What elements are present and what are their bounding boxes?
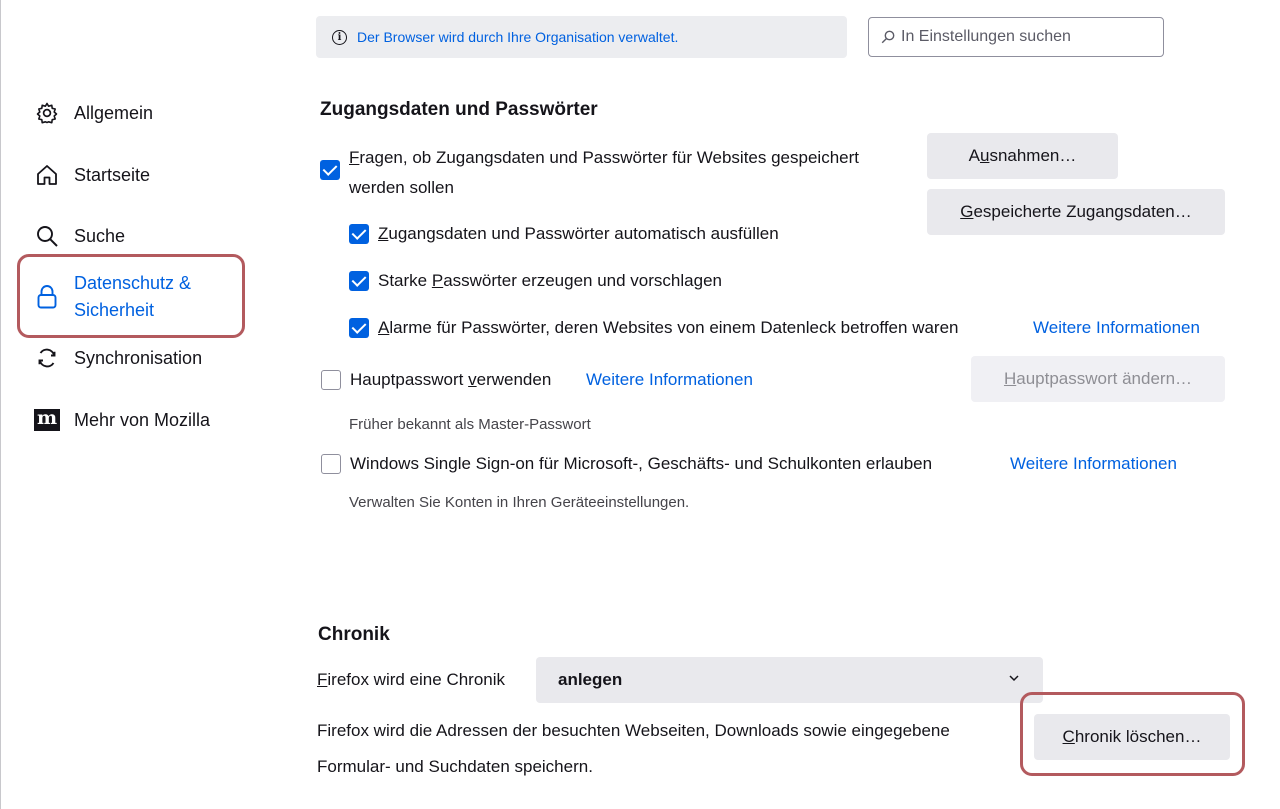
breach-alerts-label[interactable]: Alarme für Passwörter, deren Websites vo… (378, 318, 959, 338)
sidebar-item-more-mozilla[interactable]: m Mehr von Mozilla (34, 407, 210, 433)
label-text: ugangsdaten und Passwörter automatisch a… (388, 224, 779, 243)
access-key: H (1003, 369, 1017, 388)
sidebar-item-label: Synchronisation (74, 347, 203, 368)
search-icon (34, 223, 60, 249)
ask-save-checkbox[interactable] (320, 160, 340, 180)
history-mode-value: anlegen (558, 670, 623, 689)
button-text: hronik löschen… (1074, 727, 1202, 746)
label-text: Starke (378, 271, 432, 290)
managed-notice[interactable]: i Der Browser wird durch Ihre Organisati… (316, 16, 847, 58)
windows-sso-label[interactable]: Windows Single Sign-on für Microsoft-, G… (350, 454, 932, 474)
breach-alerts-checkbox[interactable] (349, 318, 369, 338)
sidebar-item-label: Mehr von Mozilla (74, 409, 211, 430)
sidebar-item-label: Allgemein (74, 102, 154, 123)
logins-heading: Zugangsdaten und Passwörter (320, 99, 598, 120)
sidebar-item-label: Sicherheit (74, 300, 155, 320)
autofill-checkbox[interactable] (349, 224, 369, 244)
strong-passwords-checkbox[interactable] (349, 271, 369, 291)
access-key: v (468, 370, 477, 389)
managed-notice-text[interactable]: Der Browser wird durch Ihre Organisation… (357, 29, 678, 45)
history-heading: Chronik (318, 624, 390, 645)
windows-sso-learn-more-link[interactable]: Weitere Informationen (1010, 454, 1177, 474)
sidebar-item-label: Startseite (74, 164, 151, 185)
access-key: G (960, 202, 974, 221)
ask-save-label[interactable]: Fragen, ob Zugangsdaten und Passwörter f… (349, 143, 859, 203)
search-icon (881, 30, 895, 44)
history-description-line1: Firefox wird die Adressen der besuchten … (317, 721, 950, 740)
primary-password-learn-more-link[interactable]: Weitere Informationen (586, 370, 753, 390)
history-mode-select[interactable]: anlegen (536, 657, 1043, 703)
access-key: C (1062, 727, 1075, 746)
change-primary-password-button[interactable]: Hauptpasswort ändern… (971, 356, 1225, 402)
sidebar-item-sync[interactable]: Synchronisation (34, 345, 202, 371)
access-key: F (317, 670, 328, 689)
lock-icon (34, 284, 60, 310)
sidebar-item-home[interactable]: Startseite (34, 162, 150, 188)
windows-sso-note: Verwalten Sie Konten in Ihren Geräteeins… (349, 494, 690, 511)
clear-history-button[interactable]: Chronik löschen… (1034, 714, 1230, 760)
label-text: werden sollen (349, 178, 454, 197)
access-key: A (378, 318, 390, 337)
autofill-label[interactable]: Zugangsdaten und Passwörter automatisch … (378, 224, 779, 244)
breach-alerts-learn-more-link[interactable]: Weitere Informationen (1033, 318, 1200, 338)
exceptions-button[interactable]: Au snahmen… (927, 133, 1118, 179)
access-key: u (979, 146, 990, 165)
button-text: auptpasswort ändern… (1016, 369, 1193, 388)
label-text: ragen, ob Zugangsdaten und Passwörter fü… (359, 148, 859, 167)
primary-password-label[interactable]: Hauptpasswort verwenden (350, 370, 551, 390)
sidebar-item-label: Suche (74, 225, 126, 246)
sidebar-item-search[interactable]: Suche (34, 223, 125, 249)
home-icon (34, 162, 60, 188)
label-text: asswörter erzeugen und vorschlagen (443, 271, 722, 290)
sidebar-item-privacy[interactable]: Datenschutz & Sicherheit (34, 270, 191, 324)
button-text: snahmen… (989, 146, 1077, 165)
sidebar-item-label: Datenschutz & (74, 273, 192, 293)
search-placeholder: In Einstellungen suchen (901, 28, 1071, 45)
primary-password-checkbox[interactable] (321, 370, 341, 390)
access-key: P (431, 271, 444, 290)
label-text: irefox wird eine Chronik (327, 670, 506, 689)
sidebar-item-label-group: Datenschutz & Sicherheit (74, 270, 191, 324)
access-key: F (349, 148, 360, 167)
sidebar-item-general[interactable]: Allgemein (34, 100, 153, 126)
history-mode-label: Firefox wird eine Chronik (317, 670, 505, 690)
access-key: Z (378, 224, 389, 243)
settings-search-input[interactable]: In Einstellungen suchen (868, 17, 1164, 57)
label-text: larme für Passwörter, deren Websites von… (389, 318, 959, 337)
chevron-down-icon (1009, 675, 1019, 682)
strong-passwords-label[interactable]: Starke Passwörter erzeugen und vorschlag… (378, 271, 722, 291)
history-description-line2: Formular- und Suchdaten speichern. (317, 757, 593, 776)
info-icon: i (332, 29, 347, 45)
label-text: Hauptpasswort (350, 370, 469, 389)
sync-icon (34, 345, 60, 371)
gear-icon (34, 100, 60, 126)
button-text: A (968, 146, 980, 165)
saved-logins-button[interactable]: Gespeicherte Zugangsdaten… (927, 189, 1225, 235)
window-edge (0, 0, 1, 809)
mozilla-icon: m (34, 407, 60, 433)
button-text: espeicherte Zugangsdaten… (973, 202, 1192, 221)
label-text: erwenden (476, 370, 552, 389)
primary-password-note: Früher bekannt als Master-Passwort (349, 416, 591, 433)
windows-sso-checkbox[interactable] (321, 454, 341, 474)
